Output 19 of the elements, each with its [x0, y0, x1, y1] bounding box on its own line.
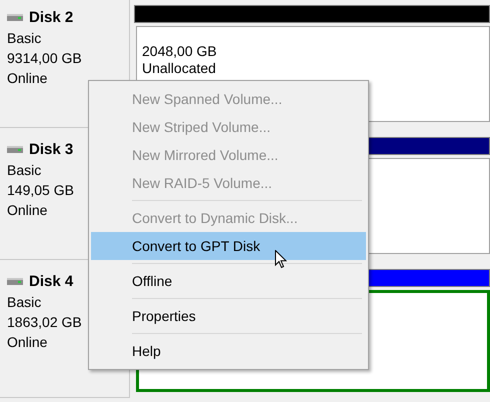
mouse-pointer-icon: [275, 250, 287, 269]
disk-status: Online: [7, 69, 48, 88]
disk-size: 1863,02 GB: [7, 313, 83, 332]
disk-drive-icon: [7, 278, 23, 286]
disk-name: Disk 3: [29, 140, 74, 160]
disk-size: 149,05 GB: [7, 181, 75, 200]
volume-status: Unallocated: [142, 60, 217, 77]
disk-status: Online: [7, 333, 48, 352]
menu-item[interactable]: Convert to GPT Disk: [91, 232, 366, 260]
volume-size: 2048,00 GB: [142, 43, 218, 60]
disk-name: Disk 2: [29, 8, 74, 28]
disk-size: 9314,00 GB: [7, 49, 83, 68]
disk-type: Basic: [7, 161, 42, 180]
disk-status: Online: [7, 201, 48, 220]
disk-type: Basic: [7, 293, 42, 312]
disk-name: Disk 4: [29, 272, 74, 292]
disk-type: Basic: [7, 29, 42, 48]
disk-drive-icon: [7, 146, 23, 154]
disk-drive-icon: [7, 14, 23, 22]
